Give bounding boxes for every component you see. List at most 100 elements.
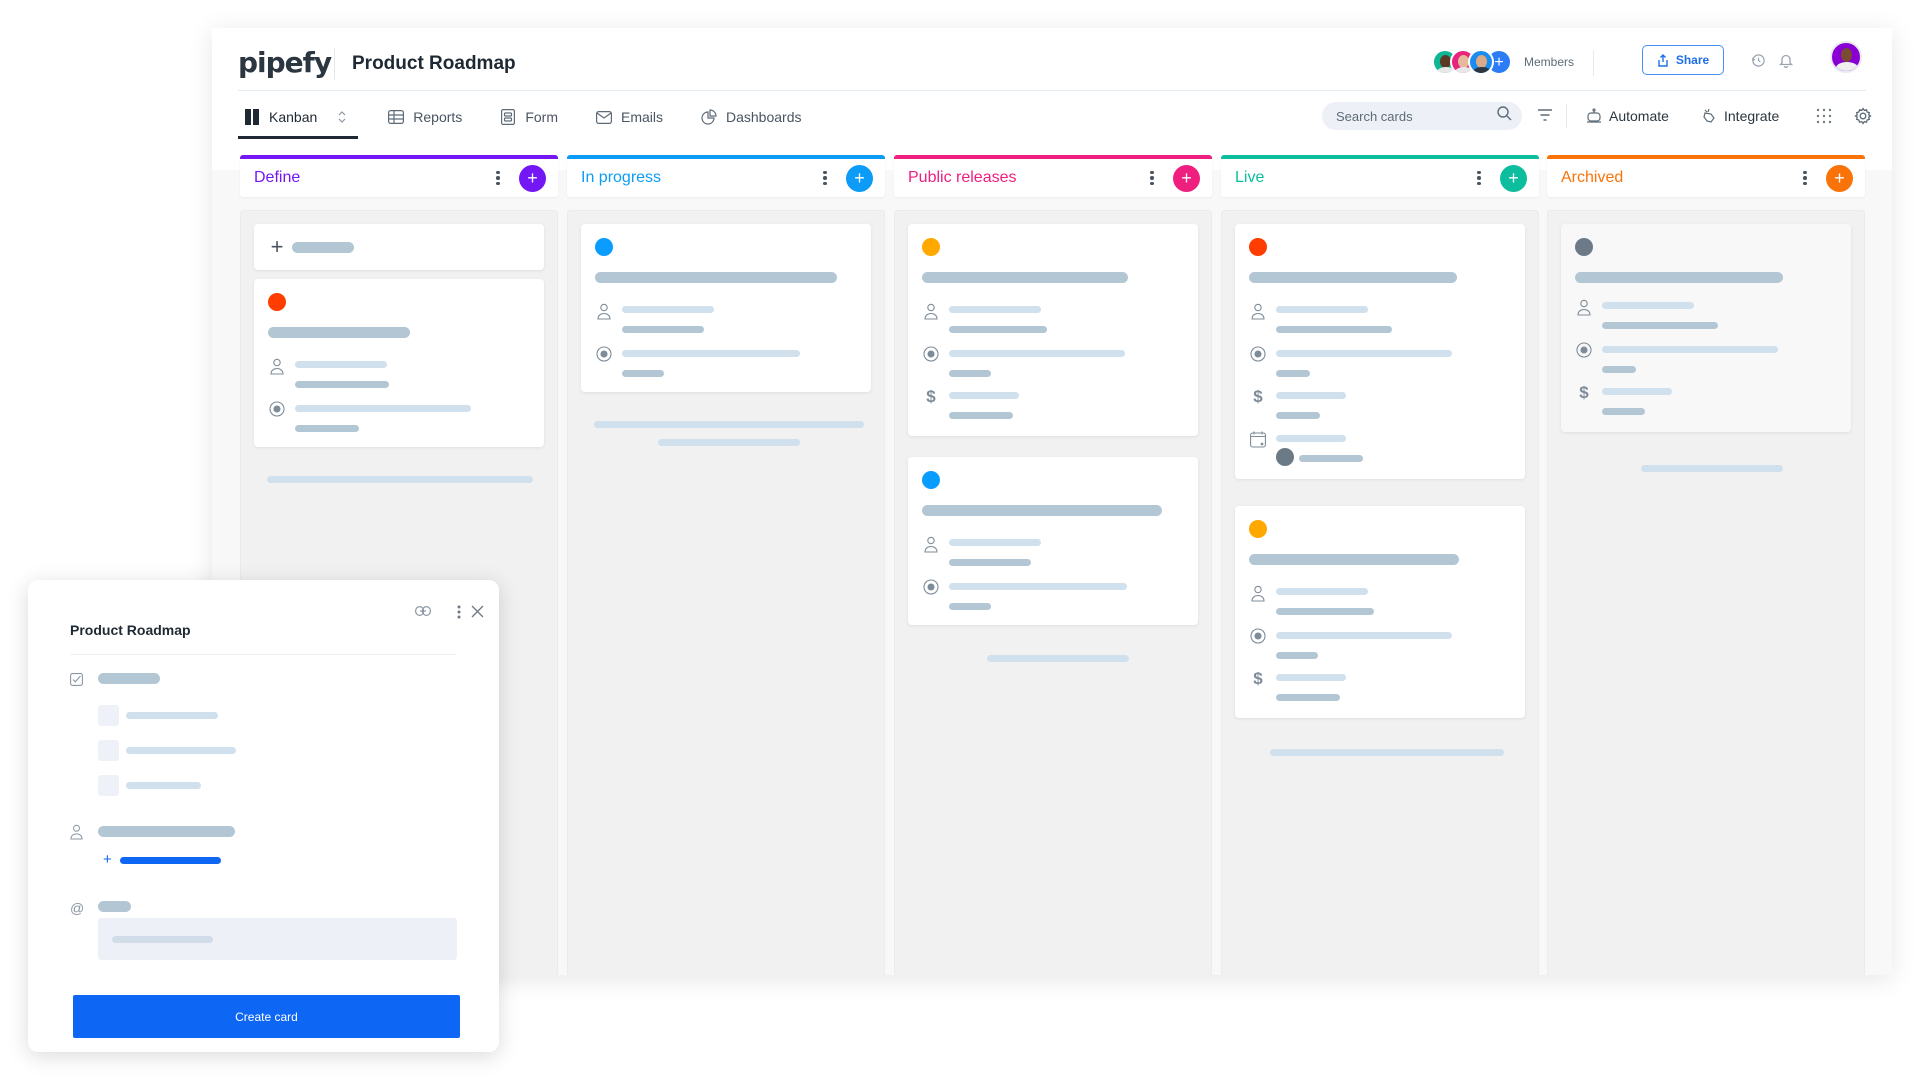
placeholder-bar xyxy=(126,747,236,754)
link-icon[interactable] xyxy=(415,606,431,616)
status-dot xyxy=(595,238,613,256)
dollar-icon: $ xyxy=(1253,669,1263,688)
search-input[interactable] xyxy=(1336,108,1486,124)
card[interactable]: $ xyxy=(908,224,1198,436)
placeholder-bar xyxy=(1602,346,1778,353)
more-vertical-icon[interactable] xyxy=(1474,170,1484,186)
radio-icon xyxy=(1249,345,1267,363)
placeholder-bar xyxy=(949,392,1019,399)
chevron-up-down-icon[interactable] xyxy=(334,109,350,125)
divider xyxy=(70,654,457,655)
checklist-checkbox[interactable] xyxy=(98,740,119,761)
placeholder-bar xyxy=(949,559,1031,566)
integrate-label: Integrate xyxy=(1724,108,1780,124)
checklist-checkbox[interactable] xyxy=(98,775,119,796)
card[interactable] xyxy=(581,224,871,392)
placeholder-bar xyxy=(292,242,354,253)
filter-icon[interactable] xyxy=(1537,108,1553,127)
pipefy-logo[interactable]: pipefy xyxy=(238,46,332,79)
tab-label: Kanban xyxy=(269,109,318,125)
add-card-button[interactable]: + xyxy=(519,164,546,192)
card[interactable]: $ xyxy=(1561,224,1851,432)
modal-title: Product Roadmap xyxy=(70,622,191,638)
add-card-button[interactable]: + xyxy=(1826,164,1853,192)
more-vertical-icon[interactable] xyxy=(820,170,830,186)
apps-grid-icon[interactable] xyxy=(1816,104,1832,128)
more-vertical-icon[interactable] xyxy=(1800,170,1810,186)
close-icon[interactable] xyxy=(471,605,484,618)
radio-icon xyxy=(922,578,940,596)
share-button[interactable]: Share xyxy=(1642,45,1724,75)
placeholder-bar xyxy=(1276,694,1340,701)
share-icon xyxy=(1658,53,1668,67)
dollar-icon: $ xyxy=(926,387,936,406)
more-vertical-icon[interactable] xyxy=(457,605,461,619)
placeholder-bar xyxy=(1270,749,1504,756)
column-body: $ $ xyxy=(1221,210,1539,975)
members-group[interactable]: + Members xyxy=(1431,47,1574,77)
more-vertical-icon[interactable] xyxy=(1147,170,1157,186)
add-assignee-plus[interactable]: + xyxy=(103,852,112,868)
placeholder-bar xyxy=(1602,388,1672,395)
placeholder-bar xyxy=(622,370,664,377)
placeholder-bar xyxy=(295,361,387,368)
create-card-button[interactable]: Create card xyxy=(73,995,460,1038)
card-title-placeholder xyxy=(1575,272,1783,283)
integrate-button[interactable]: Integrate xyxy=(1701,104,1779,128)
add-assignee-link[interactable] xyxy=(120,857,221,864)
divider xyxy=(238,90,1866,91)
email-field[interactable] xyxy=(98,918,457,960)
search-icon[interactable] xyxy=(1497,106,1512,126)
checklist-checkbox[interactable] xyxy=(98,705,119,726)
user-avatar[interactable] xyxy=(1830,41,1862,73)
members-label[interactable]: Members xyxy=(1524,55,1574,69)
tab-emails[interactable]: Emails xyxy=(588,98,671,136)
tab-reports[interactable]: Reports xyxy=(380,98,470,136)
radio-icon xyxy=(268,400,286,418)
automate-label: Automate xyxy=(1609,108,1669,124)
pipe-title: Product Roadmap xyxy=(352,53,516,74)
form-icon xyxy=(500,109,516,125)
card[interactable]: $ xyxy=(1235,506,1525,718)
tab-kanban[interactable]: Kanban xyxy=(238,98,359,139)
column-header: Define + xyxy=(240,155,558,197)
card[interactable] xyxy=(908,457,1198,625)
status-dot xyxy=(922,238,940,256)
placeholder-bar xyxy=(1276,306,1368,313)
radio-icon xyxy=(922,345,940,363)
settings-gear-icon[interactable] xyxy=(1854,104,1872,128)
card-title-placeholder xyxy=(1249,554,1459,565)
automate-button[interactable]: Automate xyxy=(1586,104,1669,128)
more-vertical-icon[interactable] xyxy=(493,170,503,186)
add-card-button[interactable]: + xyxy=(846,164,873,192)
column-title: Public releases xyxy=(908,169,1017,186)
history-icon[interactable] xyxy=(1748,50,1768,70)
card-title-placeholder xyxy=(922,505,1162,516)
placeholder-bar xyxy=(658,439,800,446)
add-card-button[interactable]: + xyxy=(1173,164,1200,192)
person-icon xyxy=(1249,584,1267,602)
card[interactable] xyxy=(254,279,544,447)
radio-icon xyxy=(1575,341,1593,359)
column-header: Live + xyxy=(1221,155,1539,197)
radio-icon xyxy=(1249,627,1267,645)
column-public-releases: Public releases + $ xyxy=(894,155,1212,975)
card-title-placeholder xyxy=(922,272,1128,283)
tab-form[interactable]: Form xyxy=(492,98,566,136)
card[interactable]: $ xyxy=(1235,224,1525,479)
status-dot xyxy=(1249,520,1267,538)
tab-dashboards[interactable]: Dashboards xyxy=(693,98,810,136)
placeholder-bar xyxy=(295,381,389,388)
add-card-button[interactable]: + xyxy=(1500,164,1527,192)
column-body xyxy=(567,210,885,975)
column-live: Live + $ $ xyxy=(1221,155,1539,975)
member-avatar[interactable] xyxy=(1467,49,1494,75)
new-card-button[interactable]: + xyxy=(254,224,544,270)
placeholder-bar xyxy=(1602,366,1636,373)
placeholder-bar xyxy=(1276,674,1346,681)
placeholder-bar xyxy=(126,712,218,719)
placeholder-bar xyxy=(1602,408,1645,415)
bell-icon[interactable] xyxy=(1776,50,1796,70)
search-box[interactable] xyxy=(1322,102,1522,130)
column-archived: Archived + $ xyxy=(1547,155,1865,975)
